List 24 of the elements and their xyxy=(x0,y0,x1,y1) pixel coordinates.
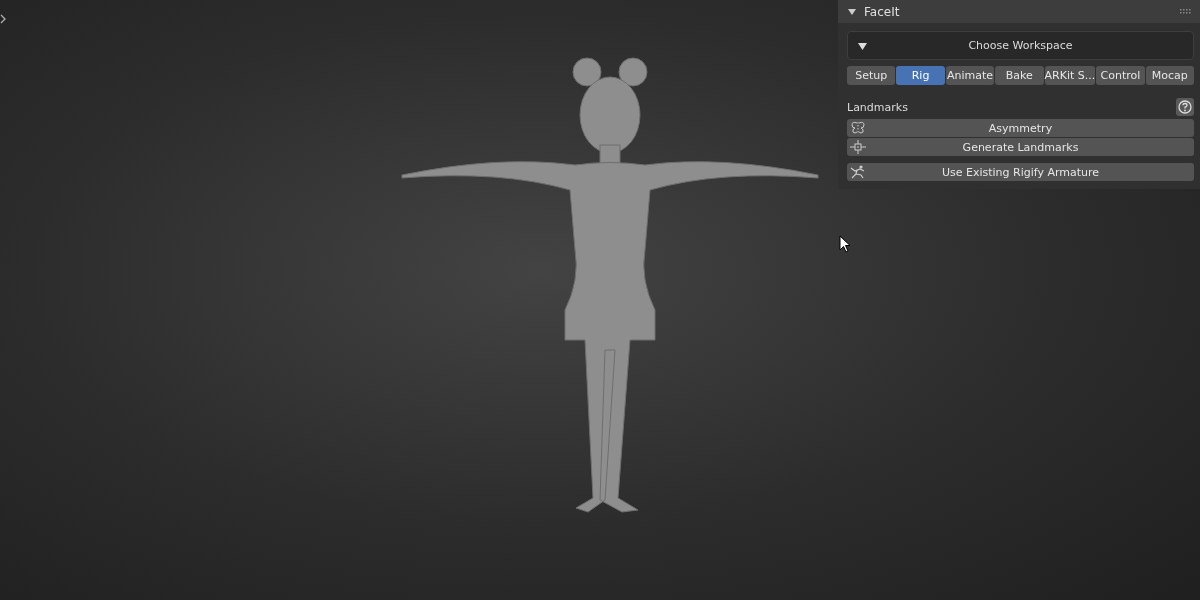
help-icon xyxy=(1178,100,1192,114)
panel-header[interactable]: FaceIt xyxy=(838,0,1200,23)
workspace-tab[interactable]: Animate xyxy=(945,66,995,85)
workspace-tab[interactable]: Mocap xyxy=(1145,66,1194,85)
butterfly-icon xyxy=(850,121,866,135)
operator-button[interactable]: Asymmetry xyxy=(847,119,1194,137)
workspace-tab[interactable]: Setup xyxy=(847,66,896,85)
dropdown-triangle-icon xyxy=(858,42,867,50)
workspace-tab[interactable]: Rig xyxy=(896,66,945,85)
collapse-triangle-icon[interactable] xyxy=(848,7,856,16)
panel-title: FaceIt xyxy=(864,4,901,19)
workspace-tab[interactable]: Bake xyxy=(995,66,1044,85)
workspace-dropdown[interactable]: Choose Workspace xyxy=(847,31,1194,60)
workspace-tab[interactable]: ARKit S... xyxy=(1044,66,1096,85)
workspace-tab[interactable]: Control xyxy=(1096,66,1145,85)
drag-handle-icon[interactable] xyxy=(1180,9,1192,14)
operator-button[interactable]: Generate Landmarks xyxy=(847,138,1194,156)
help-button[interactable] xyxy=(1176,98,1194,116)
operator-button[interactable]: Use Existing Rigify Armature xyxy=(847,163,1194,181)
crosshair-icon xyxy=(850,140,866,154)
mouse-cursor-icon xyxy=(839,235,851,253)
running-figure-icon xyxy=(850,165,866,179)
section-title: Landmarks xyxy=(847,100,908,114)
chevron-right-icon[interactable] xyxy=(0,14,6,24)
